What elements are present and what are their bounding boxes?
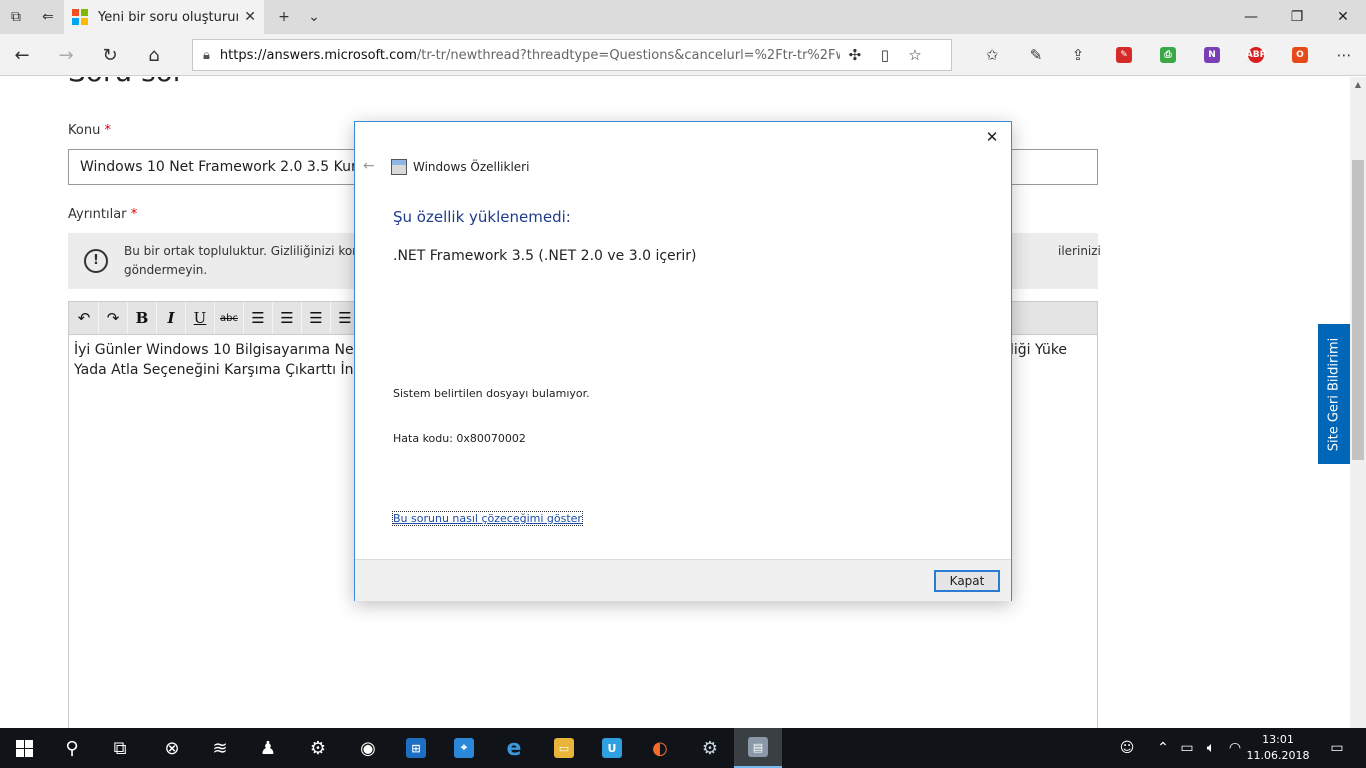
share-icon[interactable]: ⇪ [1066, 43, 1090, 67]
close-button[interactable]: Kapat [934, 570, 1000, 592]
subject-label: Konu * [68, 123, 111, 138]
microsoft-favicon-icon [72, 9, 88, 25]
task-view-icon[interactable]: ⧉ [96, 728, 144, 768]
settings-gear-icon[interactable]: ⚙ [294, 728, 342, 768]
scrollbar-thumb[interactable] [1352, 160, 1364, 460]
privacy-text-line1-right: ilerinizi [1058, 244, 1101, 258]
details-label: Ayrıntılar * [68, 207, 138, 222]
forward-arrow-icon[interactable]: → [44, 34, 88, 76]
close-window-icon[interactable]: ✕ [1320, 0, 1366, 34]
camera-app-icon[interactable]: ◉ [344, 728, 392, 768]
uplay-icon[interactable]: U [588, 728, 636, 768]
dialog-back-arrow-icon[interactable]: ← [363, 158, 375, 174]
align-right-icon[interactable]: ☰ [302, 302, 331, 334]
search-icon[interactable]: ⚲ [48, 728, 96, 768]
error-message: Sistem belirtilen dosyayı bulamıyor. [393, 387, 590, 400]
tab-overview-icon[interactable]: ⧉ [0, 0, 32, 34]
dialog-close-icon[interactable]: ✕ [981, 126, 1003, 148]
tab-title: Yeni bir soru oluşturun veya [98, 9, 239, 25]
site-feedback-button[interactable]: Site Geri Bildirimi [1318, 324, 1350, 464]
people-icon[interactable]: ☺ [1114, 728, 1140, 768]
bold-button[interactable]: B [128, 302, 157, 334]
failed-feature-name: .NET Framework 3.5 (.NET 2.0 ve 3.0 içer… [393, 248, 697, 264]
page-title: Soru sor [68, 77, 184, 88]
home-icon[interactable]: ⌂ [132, 34, 176, 76]
extension-red-icon[interactable]: ✎ [1112, 43, 1136, 67]
info-exclamation-icon: ! [84, 249, 108, 273]
underline-button[interactable]: U [186, 302, 215, 334]
windows-features-taskbar-icon[interactable]: ▤ [734, 728, 782, 768]
address-bar[interactable]: 🔒︎ https://answers.microsoft.com/tr-tr/n… [192, 39, 952, 71]
redo-icon[interactable]: ↷ [99, 302, 128, 334]
page-scrollbar[interactable]: ▲ [1350, 77, 1366, 728]
error-code: Hata kodu: 0x80070002 [393, 432, 526, 445]
extension-green-icon[interactable]: ⎙ [1156, 43, 1180, 67]
strikethrough-button[interactable]: abc [215, 302, 244, 334]
dialog-footer: Kapat [355, 559, 1011, 601]
help-link[interactable]: Bu sorunu nasıl çözeceğimi göster [392, 511, 583, 526]
new-tab-icon[interactable]: + [268, 0, 300, 34]
back-arrow-icon[interactable]: ← [0, 34, 44, 76]
volume-icon[interactable]: 🔈︎ [1200, 728, 1222, 768]
tray-chevron-icon[interactable]: ⌃ [1152, 728, 1174, 768]
start-button[interactable] [0, 728, 48, 768]
editor-text-line2: Yada Atla Seçeneğini Karşıma Çıkarttı İn… [74, 362, 372, 378]
xbox-icon[interactable]: ⊗ [148, 728, 196, 768]
minimize-icon[interactable]: — [1228, 0, 1274, 34]
windows-features-dialog: ✕ ← Windows Özellikleri Şu özellik yükle… [354, 121, 1012, 601]
align-center-icon[interactable]: ☰ [273, 302, 302, 334]
maps-icon[interactable]: ⌖ [440, 728, 488, 768]
dialog-heading: Şu özellik yüklenemedi: [393, 208, 571, 226]
origin-icon[interactable]: ◐ [636, 728, 684, 768]
reading-view-icon[interactable]: ▯ [870, 46, 900, 64]
undo-icon[interactable]: ↶ [70, 302, 99, 334]
taskbar: ⚲ ⧉ ⊗ ≋ ♟ ⚙ ◉ ⊞ ⌖ e ▭ U ◐ ⚙ ▤ ☺ ⌃ ▭ 🔈︎ ◠… [0, 728, 1366, 768]
browser-tab-bar: ⧉ ⇐ Yeni bir soru oluşturun veya ✕ + ⌄ —… [0, 0, 1366, 34]
editor-text-line1: İyi Günler Windows 10 Bilgisayarıma Net … [74, 342, 377, 358]
favorite-star-icon[interactable]: ☆ [900, 46, 930, 64]
windows-logo-icon [15, 739, 33, 757]
url-text[interactable]: https://answers.microsoft.com/tr-tr/newt… [220, 48, 840, 63]
store-icon[interactable]: ⊞ [392, 728, 440, 768]
restore-icon[interactable]: ❐ [1274, 0, 1320, 34]
privacy-text-line1: Bu bir ortak topluluktur. Gizliliğinizi … [124, 244, 365, 258]
network-icon[interactable]: ◠ [1224, 728, 1246, 768]
lock-icon: 🔒︎ [203, 47, 210, 63]
office-icon[interactable]: O [1288, 43, 1312, 67]
more-menu-icon[interactable]: ⋯ [1332, 43, 1356, 67]
web-note-pen-icon[interactable]: ✎ [1024, 43, 1048, 67]
scroll-up-icon[interactable]: ▲ [1350, 77, 1366, 93]
privacy-text-line2: göndermeyin. [124, 263, 208, 277]
clock-date: 11.06.2018 [1246, 749, 1310, 762]
person-app-icon[interactable]: ♟ [244, 728, 292, 768]
file-explorer-icon[interactable]: ▭ [540, 728, 588, 768]
active-tab[interactable]: Yeni bir soru oluşturun veya ✕ [64, 0, 264, 34]
clock-time: 13:01 [1262, 733, 1294, 746]
align-left-icon[interactable]: ☰ [244, 302, 273, 334]
onenote-icon[interactable]: N [1200, 43, 1224, 67]
edge-icon[interactable]: e [490, 728, 538, 768]
browser-nav-bar: ← → ↻ ⌂ 🔒︎ https://answers.microsoft.com… [0, 34, 1366, 76]
battery-icon[interactable]: ▭ [1176, 728, 1198, 768]
steam-icon[interactable]: ⚙ [686, 728, 734, 768]
dialog-title: Windows Özellikleri [413, 160, 530, 174]
tab-preview-chevron-icon[interactable]: ⌄ [298, 0, 330, 34]
clock[interactable]: 13:01 11.06.2018 [1246, 732, 1310, 764]
refresh-icon[interactable]: ↻ [88, 34, 132, 76]
tab-close-icon[interactable]: ✕ [244, 9, 256, 25]
adblock-plus-icon[interactable]: ABP [1244, 43, 1268, 67]
windows-features-icon [391, 159, 407, 175]
puzzle-extension-icon[interactable]: ✣ [840, 46, 870, 64]
editor-text-line1-right: liği Yüke [1010, 342, 1068, 358]
favorites-hub-icon[interactable]: ✩ [980, 43, 1004, 67]
italic-button[interactable]: I [157, 302, 186, 334]
app-stack-icon[interactable]: ≋ [196, 728, 244, 768]
set-tabs-aside-icon[interactable]: ⇐ [32, 0, 64, 34]
action-center-icon[interactable]: ▭ [1322, 728, 1352, 768]
